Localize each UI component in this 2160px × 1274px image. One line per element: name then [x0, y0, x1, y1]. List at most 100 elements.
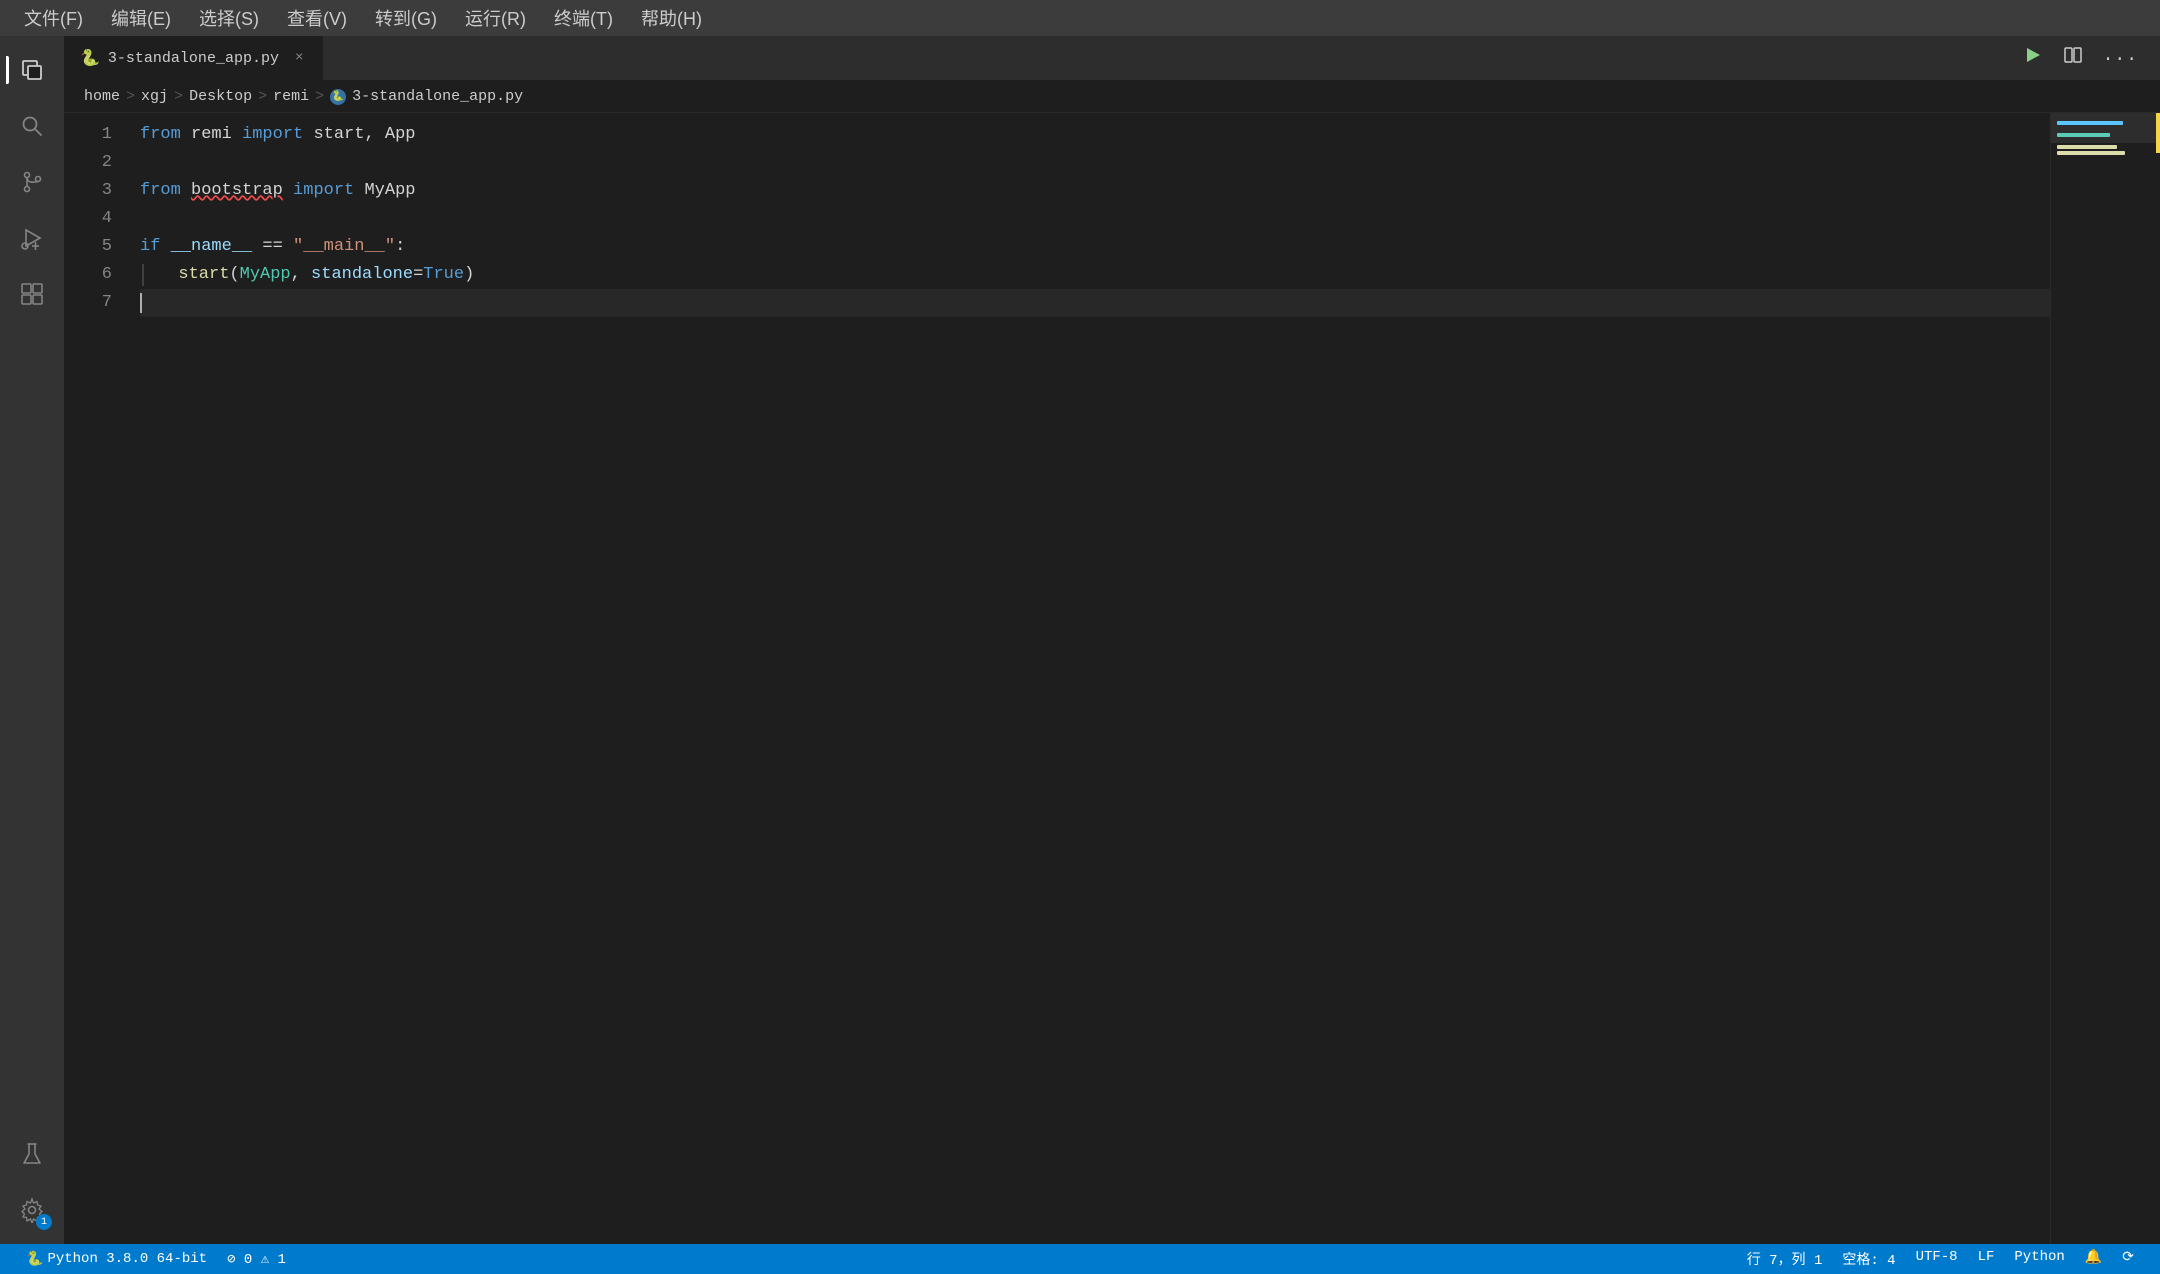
more-dots: ···	[2103, 50, 2138, 70]
python-icon-status: 🐍	[26, 1251, 43, 1268]
breadcrumb-remi[interactable]: remi	[273, 88, 309, 105]
tab-file[interactable]: 🐍 3-standalone_app.py ×	[64, 36, 324, 80]
code-content: from remi import start, App from bootstr…	[124, 113, 2050, 1244]
status-python-version[interactable]: 🐍 Python 3.8.0 64-bit	[16, 1244, 217, 1274]
menu-item-help[interactable]: 帮助(H)	[629, 1, 714, 35]
module-bootstrap: bootstrap	[191, 177, 283, 205]
activity-search[interactable]	[6, 100, 58, 152]
tab-filename: 3-standalone_app.py	[108, 50, 279, 67]
paren-close: )	[464, 261, 474, 289]
minimap-line-5	[2057, 145, 2117, 149]
space-3b	[283, 177, 293, 205]
line-num-7: 7	[64, 289, 112, 317]
tab-bar: 🐍 3-standalone_app.py ×	[64, 36, 2160, 81]
minimap-highlight	[2051, 113, 2160, 143]
breadcrumb-xgj[interactable]: xgj	[141, 88, 168, 105]
breadcrumb-desktop[interactable]: Desktop	[189, 88, 252, 105]
notification-icon: 🔔	[2085, 1249, 2102, 1266]
code-line-3: from bootstrap import MyApp	[140, 177, 2050, 205]
breadcrumb-python-icon: 🐍	[330, 89, 346, 105]
main-layout: 1 🐍 3-standalone_app.py ×	[0, 36, 2160, 1244]
imports-1: start, App	[303, 121, 415, 149]
breadcrumb-sep-2: >	[174, 88, 183, 105]
activity-source-control[interactable]	[6, 156, 58, 208]
code-line-5: if __name__ == "__main__" :	[140, 233, 2050, 261]
run-button[interactable]	[2017, 41, 2049, 76]
colon-5: :	[395, 233, 405, 261]
status-notification[interactable]: 🔔	[2075, 1249, 2112, 1266]
kw-from-3: from	[140, 177, 181, 205]
menu-item-run[interactable]: 运行(R)	[453, 1, 538, 35]
menu-item-terminal[interactable]: 终端(T)	[542, 1, 625, 35]
line-num-5: 5	[64, 233, 112, 261]
kw-if: if	[140, 233, 160, 261]
more-actions-button[interactable]: ···	[2097, 42, 2144, 75]
breadcrumb-sep-1: >	[126, 88, 135, 105]
python-version-label: Python 3.8.0 64-bit	[47, 1251, 207, 1267]
status-sync[interactable]: ⟳	[2112, 1249, 2144, 1266]
minimap-line-6	[2057, 151, 2125, 155]
str-main: "__main__"	[293, 233, 395, 261]
activity-extensions[interactable]	[6, 268, 58, 320]
activity-run-debug[interactable]	[6, 212, 58, 264]
line-num-3: 3	[64, 177, 112, 205]
space-5a	[160, 233, 170, 261]
bool-true: True	[423, 261, 464, 289]
menu-item-select[interactable]: 选择(S)	[187, 1, 271, 35]
space-1: remi	[181, 121, 242, 149]
line-num-2: 2	[64, 149, 112, 177]
code-editor[interactable]: 1 2 3 4 5 6 7 from remi import start, Ap…	[64, 113, 2160, 1244]
activity-explorer[interactable]	[6, 44, 58, 96]
breadcrumb-home[interactable]: home	[84, 88, 120, 105]
errors-label: ⊘ 0 ⚠ 1	[227, 1251, 286, 1268]
minimap	[2050, 113, 2160, 1244]
space-3a	[181, 177, 191, 205]
import-myapp: MyApp	[354, 177, 415, 205]
op-eq: ==	[252, 233, 293, 261]
indent-spaces	[158, 261, 178, 289]
activity-bottom: 1	[6, 1128, 58, 1236]
menu-bar: 文件(F)编辑(E)选择(S)查看(V)转到(G)运行(R)终端(T)帮助(H)	[0, 0, 2160, 36]
editor-area: 🐍 3-standalone_app.py ×	[64, 36, 2160, 1244]
menu-item-file[interactable]: 文件(F)	[12, 1, 95, 35]
scrollbar-accent	[2156, 113, 2160, 153]
line-ending-label: LF	[1978, 1249, 1995, 1265]
code-line-6: start ( MyApp , standalone = True )	[140, 261, 2050, 289]
code-line-7	[140, 289, 2050, 317]
status-line-col[interactable]: 行 7，列 1	[1737, 1249, 1833, 1269]
eq-6: =	[413, 261, 423, 289]
tab-close-button[interactable]: ×	[291, 48, 307, 68]
status-errors[interactable]: ⊘ 0 ⚠ 1	[217, 1244, 296, 1274]
comma-6: ,	[291, 261, 311, 289]
kw-from-1: from	[140, 121, 181, 149]
status-language[interactable]: Python	[2004, 1249, 2074, 1265]
kw-import-1: import	[242, 121, 303, 149]
line-num-6: 6	[64, 261, 112, 289]
python-tab-icon: 🐍	[80, 48, 100, 68]
param-standalone: standalone	[311, 261, 413, 289]
kw-import-3: import	[293, 177, 354, 205]
status-encoding[interactable]: UTF-8	[1906, 1249, 1968, 1265]
dunder-name: __name__	[171, 233, 253, 261]
breadcrumb-file[interactable]: 3-standalone_app.py	[352, 88, 523, 105]
paren-open: (	[229, 261, 239, 289]
code-line-1: from remi import start, App	[140, 121, 2050, 149]
sync-icon: ⟳	[2122, 1249, 2134, 1266]
status-right: 行 7，列 1 空格: 4 UTF-8 LF Python 🔔 ⟳	[1737, 1249, 2144, 1269]
menu-item-goto[interactable]: 转到(G)	[363, 1, 449, 35]
menu-item-view[interactable]: 查看(V)	[275, 1, 359, 35]
code-line-2	[140, 149, 2050, 177]
status-spaces[interactable]: 空格: 4	[1832, 1249, 1905, 1269]
encoding-label: UTF-8	[1916, 1249, 1958, 1265]
line-numbers: 1 2 3 4 5 6 7	[64, 113, 124, 1244]
settings-badge: 1	[36, 1214, 52, 1230]
breadcrumb-sep-3: >	[258, 88, 267, 105]
line-col-label: 行 7，列 1	[1747, 1249, 1823, 1269]
activity-flask[interactable]	[6, 1128, 58, 1180]
breadcrumb: home > xgj > Desktop > remi > 🐍 3-standa…	[64, 81, 2160, 113]
menu-item-edit[interactable]: 编辑(E)	[99, 1, 183, 35]
status-bar: 🐍 Python 3.8.0 64-bit ⊘ 0 ⚠ 1 行 7，列 1 空格…	[0, 1244, 2160, 1274]
split-editor-button[interactable]	[2057, 41, 2089, 76]
status-line-ending[interactable]: LF	[1968, 1249, 2005, 1265]
activity-settings[interactable]: 1	[6, 1184, 58, 1236]
